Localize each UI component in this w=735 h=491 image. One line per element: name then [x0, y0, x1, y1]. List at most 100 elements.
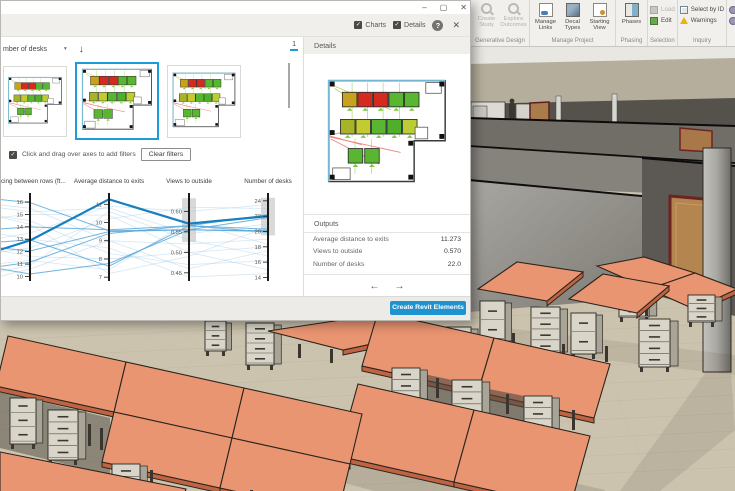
- output-label: Average distance to exits: [313, 236, 389, 243]
- desk-leg: [572, 410, 575, 430]
- charts-checkbox-label: Charts: [365, 22, 386, 29]
- manage-links-icon: [539, 3, 553, 17]
- selected-outcome-plan: [304, 54, 470, 214]
- ribbon-manage-tab: Create StudyExplore OutcomesGenerative D…: [471, 0, 735, 47]
- axis-label: Number of desks: [244, 178, 292, 185]
- page-indicator[interactable]: 1: [290, 41, 298, 51]
- desk-pedestal[interactable]: [10, 398, 43, 449]
- ribbon-group-caption: Phasing: [616, 37, 647, 46]
- load-button[interactable]: Load: [650, 5, 675, 14]
- desk-pedestal[interactable]: [571, 313, 603, 359]
- revit-application-window: Create StudyExplore OutcomesGenerative D…: [0, 0, 735, 491]
- ribbon-button-label: Starting View: [586, 19, 613, 32]
- axis-tick-label: 14: [255, 275, 262, 281]
- select-by-id-icon: [680, 6, 688, 14]
- filter-checkbox-label: Click and drag over axes to add filters: [22, 151, 136, 158]
- clear-filters-button[interactable]: Clear filters: [141, 148, 191, 161]
- dialog-titlebar: – ▢ ✕: [1, 1, 470, 14]
- axis-tick-label: 14: [17, 225, 24, 231]
- next-outcome-icon[interactable]: →: [395, 281, 405, 292]
- outcome-line[interactable]: [1, 234, 268, 277]
- ribbon-group: Manage LinksDecal TypesStarting ViewMana…: [530, 0, 616, 46]
- person-figure: [510, 99, 515, 104]
- axis-tick-label: 0.45: [171, 271, 182, 277]
- dialog-close-icon[interactable]: ✕: [450, 20, 462, 31]
- outcome-thumbnail[interactable]: [3, 66, 67, 137]
- ribbon-group-caption: Inquiry: [678, 37, 726, 46]
- filter-checkbox[interactable]: ✓: [9, 151, 17, 159]
- create-revit-elements-button[interactable]: Create Revit Elements: [390, 301, 466, 315]
- window-close-button[interactable]: ✕: [460, 1, 467, 14]
- ribbon-group: Phases Phasing: [616, 0, 648, 46]
- ribbon-groups: Create StudyExplore OutcomesGenerative D…: [471, 0, 735, 46]
- select-by-id-button[interactable]: Select by ID: [680, 5, 724, 14]
- ma-button[interactable]: Ma: [729, 5, 735, 14]
- thumbnail-scrollbar[interactable]: [288, 63, 290, 108]
- charts-checkbox[interactable]: ✓ Charts: [354, 21, 386, 29]
- dialog-toolbar: ✓ Charts ✓ Details ? ✕: [1, 14, 470, 37]
- create-study-button[interactable]: Create Study: [473, 1, 500, 29]
- ribbon-group-caption: Selection: [648, 37, 677, 46]
- manage-links-button[interactable]: Manage Links: [532, 1, 559, 32]
- charts-panel: mber of desks ▾ ↓ 1 ✓ Click and drag ove…: [1, 37, 303, 296]
- outcome-thumbnails: [1, 61, 291, 143]
- help-icon[interactable]: ?: [432, 20, 443, 31]
- explore-outcomes-button[interactable]: Explore Outcomes: [500, 1, 527, 29]
- column[interactable]: [703, 148, 731, 372]
- warnings-button[interactable]: Warnings: [680, 16, 724, 25]
- ribbon-button-label: Decal Types: [559, 19, 586, 32]
- axis-tick-label: 24: [255, 199, 262, 205]
- axis-tick-label: 0.60: [171, 209, 182, 215]
- ribbon-button-label: Warnings: [691, 17, 717, 24]
- ribbon-group: Create StudyExplore OutcomesGenerative D…: [471, 0, 530, 46]
- dialog-footer: Create Revit Elements: [1, 296, 470, 320]
- divider: [304, 274, 470, 275]
- checkbox-check-icon: ✓: [393, 21, 401, 29]
- ribbon-button-label: Explore Outcomes: [500, 16, 527, 29]
- outputs-title: Outputs: [304, 214, 470, 233]
- axis-tick-label: 22: [255, 214, 261, 220]
- outcome-thumbnail[interactable]: [167, 65, 241, 138]
- ribbon-button-label: Manage Links: [532, 19, 559, 32]
- decal-types-button[interactable]: Decal Types: [559, 1, 586, 32]
- ribbon-group: Load Edit Selection: [648, 0, 678, 46]
- axis-tick-label: 20: [255, 229, 261, 235]
- axis-tick-label: 0.50: [171, 250, 182, 256]
- axis-label: Average distance to exits: [74, 178, 144, 185]
- axis-tick-label: 8: [99, 257, 102, 263]
- axis-label: Views to outside: [166, 178, 212, 185]
- minimize-button[interactable]: –: [422, 1, 426, 14]
- details-checkbox[interactable]: ✓ Details: [393, 21, 425, 29]
- edit-button[interactable]: Edit: [650, 16, 675, 25]
- maximize-button[interactable]: ▢: [440, 1, 448, 14]
- output-value: 22.0: [448, 261, 461, 268]
- axis-label: cing between rows (ft...: [1, 178, 66, 185]
- previous-outcome-icon[interactable]: ←: [370, 281, 380, 292]
- axis-tick-label: 12: [17, 250, 23, 256]
- explore-outcomes-dialog: – ▢ ✕ ✓ Charts ✓ Details ? ✕ mber of des…: [0, 0, 471, 321]
- desk-pedestal[interactable]: [639, 319, 678, 372]
- phases-button[interactable]: Phases: [618, 1, 645, 25]
- load-icon: [650, 6, 658, 14]
- macro-icon: [729, 6, 735, 14]
- person-figure: [509, 103, 515, 118]
- details-checkbox-label: Details: [404, 22, 425, 29]
- axis-tick-label: 13: [17, 237, 23, 243]
- mar-button[interactable]: Mar: [729, 16, 735, 25]
- axis-tick-label: 18: [255, 245, 261, 251]
- outcome-thumbnail-selected[interactable]: [75, 62, 159, 140]
- chevron-down-icon[interactable]: ▾: [64, 46, 67, 52]
- starting-view-button[interactable]: Starting View: [586, 1, 613, 32]
- sort-direction-icon[interactable]: ↓: [79, 44, 84, 55]
- ribbon-button-label: Load: [661, 6, 675, 13]
- axis-tick-label: 9: [99, 239, 102, 245]
- outcome-line[interactable]: [1, 218, 268, 274]
- axis-tick-label: 7: [99, 275, 102, 281]
- output-label: Views to outside: [313, 248, 362, 255]
- sort-dropdown[interactable]: mber of desks: [3, 46, 47, 53]
- ribbon-group-caption: [727, 37, 735, 46]
- ribbon-button-label: Create Study: [473, 16, 500, 29]
- ribbon-group: Select by ID Warnings Inquiry: [678, 0, 727, 46]
- desk-pedestal[interactable]: [48, 410, 86, 465]
- parallel-coordinates-chart[interactable]: 16151413121110cing between rows (ft...11…: [1, 167, 303, 296]
